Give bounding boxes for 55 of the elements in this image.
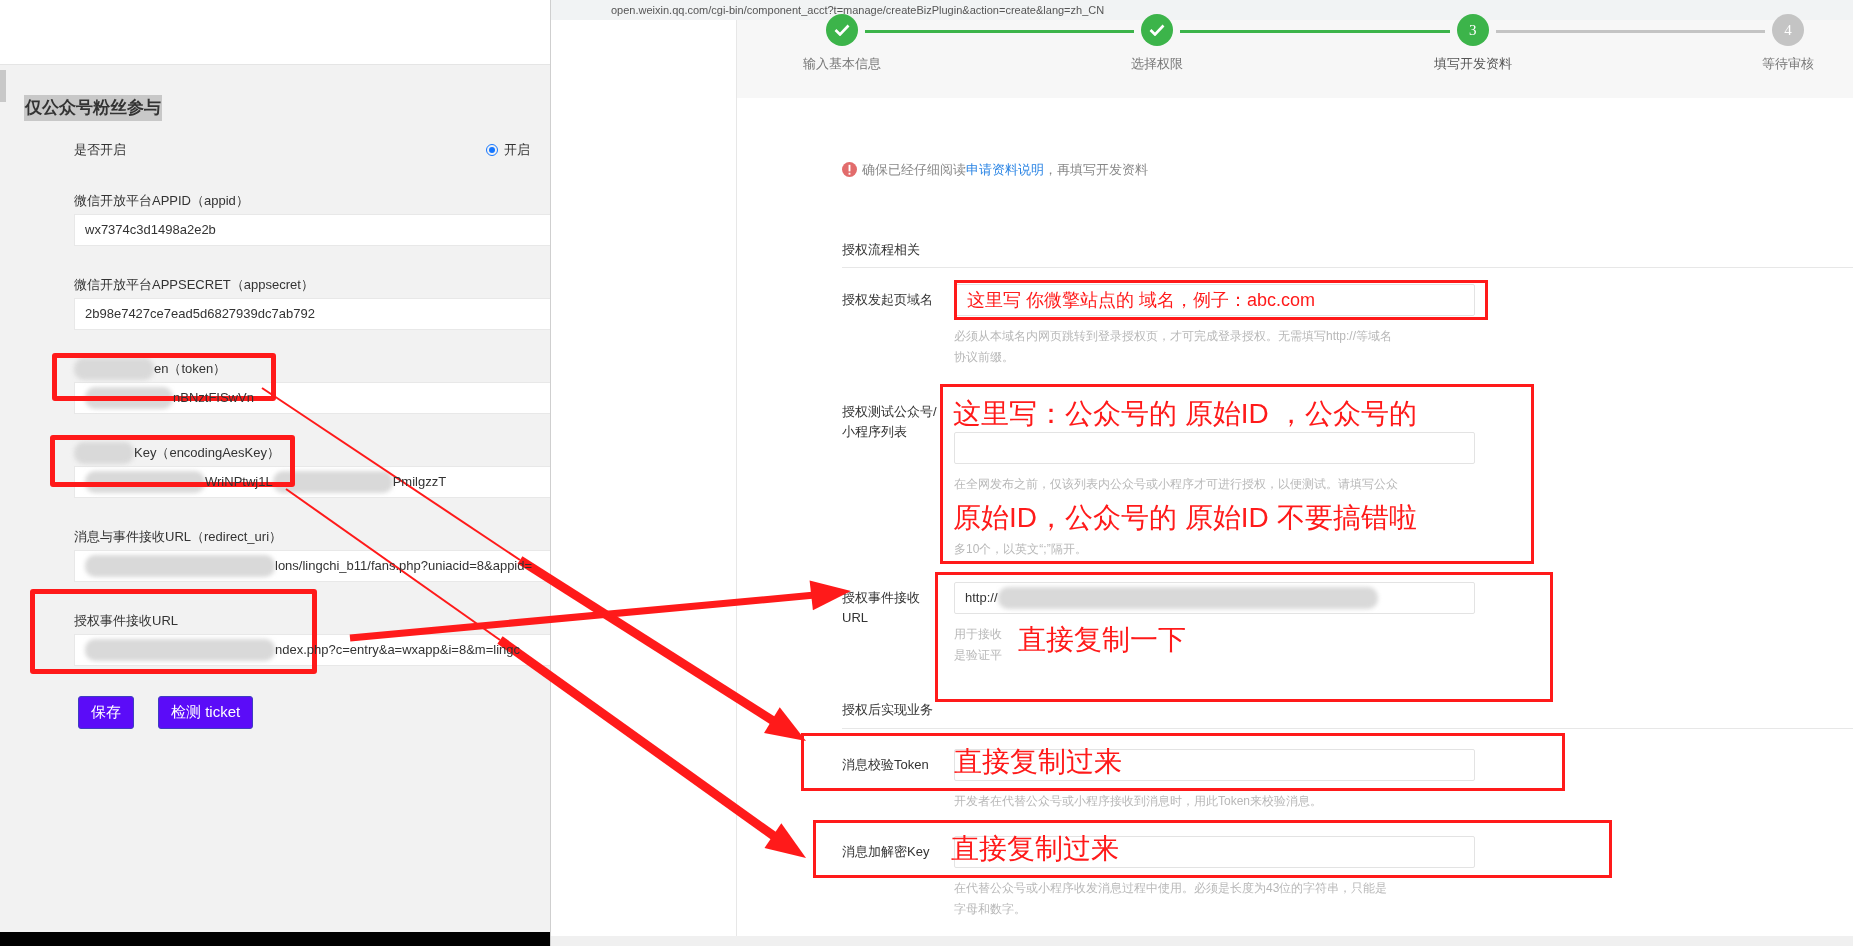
field-label: 授权事件接收URL [74,611,178,630]
help-text: 字母和数字。 [954,900,1026,918]
toggle-label: 是否开启 [74,140,126,159]
radio-option[interactable]: 开启 [486,139,530,160]
input-field[interactable] [954,432,1475,464]
button[interactable]: 保存 [78,695,134,729]
field-label: 微信开放平台APPID（appid） [74,191,249,210]
field-value: 2b98e7427ce7ead5d6827939dc7ab792 [85,304,315,323]
field-label: 授权发起页域名 [842,291,934,309]
input-field[interactable]: wx7374c3d1498a2e2b [74,213,550,246]
button[interactable]: 检测 ticket [158,695,254,729]
help-text: 在全网发布之前，仅该列表内公众号或小程序才可进行授权，以便测试。请填写公众 [954,476,1398,493]
help-text: 是验证平 [954,647,1002,664]
field-value: wx7374c3d1498a2e2b [85,220,216,239]
field-value: http:// [965,589,998,608]
section-heading: 授权后实现业务 [842,700,1853,729]
section-heading: 授权流程相关 [842,239,1853,268]
help-text: 在代替公众号或小程序收发消息过程中使用。必须是长度为43位的字符串，只能是 [954,879,1388,897]
field-label: 微信开放平台APPSECRET（appsecret） [74,275,314,294]
input-field[interactable]: http:// [954,582,1475,614]
help-text: 多10个，以英文“;”隔开。 [954,541,1087,558]
address-bar[interactable]: open.weixin.qq.com/cgi-bin/component_acct?t=manage/createBizPlugin&action=create&lang=zh_CN [551,0,1853,20]
annotation-text: 原始ID，公众号的 原始ID 不要搞错啦 [953,501,1417,535]
step-label: 等待审核 [1762,55,1814,73]
scroll-handle[interactable] [0,70,6,102]
help-text: 协议前缀。 [954,349,1014,366]
blurred-region [74,441,134,464]
annotation-text: 这里写 你微擎站点的 域名，例子：abc.com [967,289,1316,311]
field-label: Key（encodingAesKey） [134,443,280,462]
notice-text: 确保已经仔细阅读申请资料说明，再填写开发资料 [862,161,1148,179]
input-field[interactable]: 2b98e7427ce7ead5d6827939dc7ab792 [74,297,550,330]
step-label: 输入基本信息 [803,55,881,73]
warning-icon [842,162,857,178]
help-text: 用于接收 [954,626,1002,643]
step-label: 选择权限 [1131,55,1184,73]
annotation-text: 直接复制一下 [1018,623,1186,657]
section-title: 仅公众号粉丝参与 [24,95,162,121]
field-label: 消息校验Token [842,755,930,774]
field-label: 授权事件接收URL [842,589,921,627]
field-label: 授权测试公众号/小程序列表 [842,403,938,441]
field-label: 消息与事件接收URL（redirect_uri） [74,527,283,546]
annotation-text: 这里写：公众号的 原始ID ，公众号的 [953,397,1417,431]
help-text: 必须从本域名内网页跳转到登录授权页，才可完成登录授权。无需填写http://等域名 [954,328,1393,345]
field-label: 消息加解密Key [842,842,931,861]
check-icon [834,24,850,36]
annotation-text: 直接复制过来 [954,744,1122,779]
input-field[interactable] [954,748,1475,781]
step-label: 填写开发资料 [1433,55,1512,73]
annotation-text: 直接复制过来 [951,831,1119,866]
check-icon [1149,24,1166,36]
url-text: open.weixin.qq.com/cgi-bin/component_acct?t=manage/createBizPlugin&action=create&lang=zh_CN [611,2,1105,18]
field-label: en（token） [154,359,227,378]
input-field[interactable] [954,284,1475,316]
notice-link[interactable]: 申请资料说明 [966,162,1044,177]
help-text: 开发者在代替公众号或小程序接收到消息时，用此Token来校验消息。 [954,792,1323,810]
